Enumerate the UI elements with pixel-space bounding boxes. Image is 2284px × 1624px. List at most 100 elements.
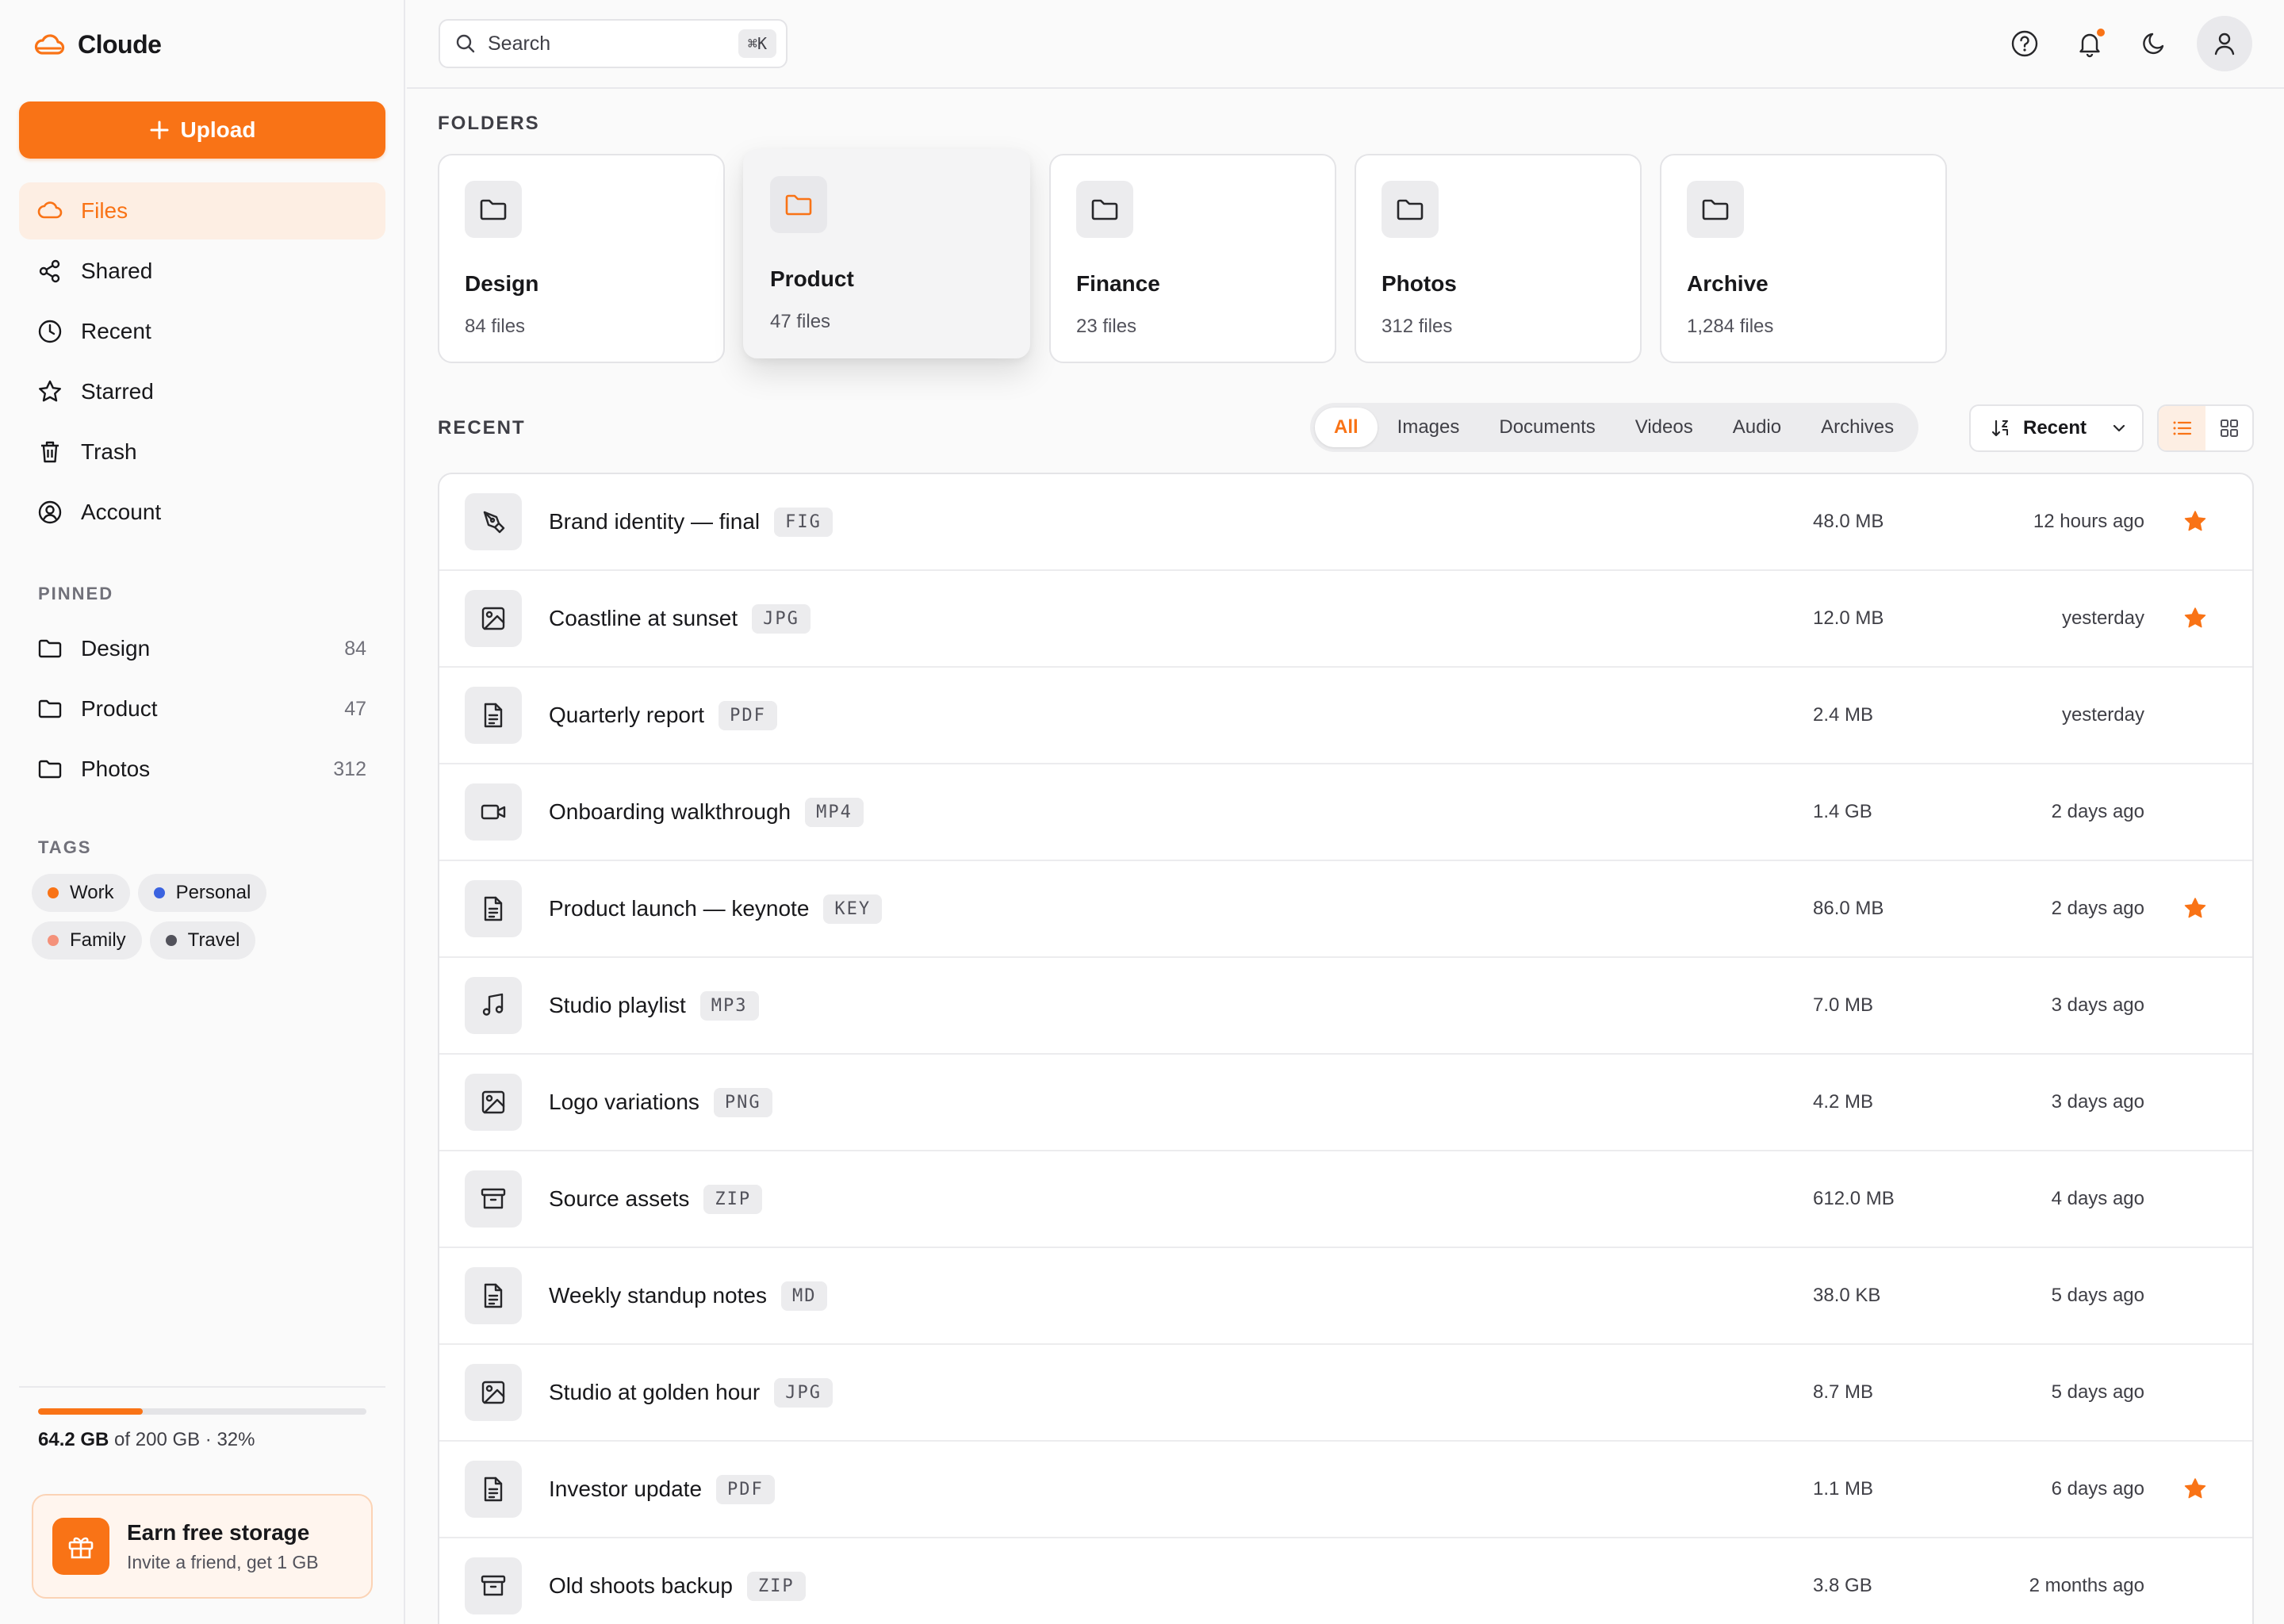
folder-card-design[interactable]: Design 84 files: [438, 154, 725, 363]
file-name-group: Quarterly report PDF: [549, 700, 777, 730]
file-row[interactable]: Weekly standup notes MD 38.0 KB 5 days a…: [439, 1248, 2252, 1345]
view-toggle: [2157, 404, 2254, 452]
file-row[interactable]: Source assets ZIP 612.0 MB 4 days ago: [439, 1151, 2252, 1248]
document-icon: [479, 1475, 508, 1503]
file-row[interactable]: Coastline at sunset JPG 12.0 MB yesterda…: [439, 571, 2252, 668]
file-type-icon-box: [465, 783, 522, 841]
file-name: Old shoots backup: [549, 1573, 733, 1598]
file-row[interactable]: Quarterly report PDF 2.4 MB yesterday: [439, 668, 2252, 764]
file-name: Coastline at sunset: [549, 606, 738, 630]
filter-audio[interactable]: Audio: [1713, 408, 1801, 447]
star-filled-icon[interactable]: [2182, 1477, 2208, 1502]
nav-item-recent[interactable]: Recent: [19, 303, 385, 360]
nav-item-trash[interactable]: Trash: [19, 423, 385, 481]
pinned-item-photos[interactable]: Photos 312: [19, 739, 385, 799]
file-name: Studio at golden hour: [549, 1380, 761, 1404]
file-name: Source assets: [549, 1186, 690, 1211]
file-extension-badge: FIG: [774, 507, 833, 537]
upload-label: Upload: [180, 117, 256, 142]
list-view-button[interactable]: [2159, 406, 2205, 450]
folder-name: Photos: [1382, 271, 1457, 296]
notifications-button[interactable]: [2067, 16, 2113, 71]
folder-icon: [36, 756, 63, 783]
filter-images[interactable]: Images: [1378, 408, 1480, 447]
tag-work[interactable]: Work: [32, 874, 130, 912]
folder-icon: [770, 176, 827, 233]
file-size: 4.2 MB: [1813, 1091, 1874, 1113]
help-button[interactable]: [2002, 16, 2048, 71]
file-row[interactable]: Old shoots backup ZIP 3.8 GB 2 months ag…: [439, 1538, 2252, 1624]
nav-item-starred[interactable]: Starred: [19, 363, 385, 420]
folder-card-photos[interactable]: Photos 312 files: [1355, 154, 1642, 363]
storage-used: 64.2 GB: [38, 1429, 109, 1450]
promo-text: Earn free storage Invite a friend, get 1…: [127, 1520, 319, 1573]
search-box[interactable]: ⌘K: [439, 19, 788, 68]
nav-item-files[interactable]: Files: [19, 182, 385, 239]
file-row[interactable]: Onboarding walkthrough MP4 1.4 GB 2 days…: [439, 764, 2252, 861]
folder-card-product[interactable]: Product 47 files: [743, 149, 1030, 358]
document-icon: [479, 1281, 508, 1310]
grid-icon: [2218, 417, 2240, 439]
file-row[interactable]: Studio at golden hour JPG 8.7 MB 5 days …: [439, 1345, 2252, 1442]
tag-dot: [153, 887, 165, 898]
brand[interactable]: Cloude: [33, 27, 162, 62]
gift-icon: [52, 1518, 109, 1575]
folder-card-archive[interactable]: Archive 1,284 files: [1660, 154, 1947, 363]
folder-icon: [36, 635, 63, 662]
file-name: Investor update: [549, 1477, 703, 1501]
divider: [19, 1386, 385, 1388]
file-name-group: Studio playlist MP3: [549, 990, 759, 1021]
tag-travel[interactable]: Travel: [149, 921, 256, 959]
document-icon: [479, 894, 508, 923]
file-extension-badge: KEY: [823, 894, 883, 924]
image-icon: [479, 1378, 508, 1407]
theme-toggle-button[interactable]: [2132, 16, 2178, 71]
folder-card-finance[interactable]: Finance 23 files: [1049, 154, 1336, 363]
file-extension-badge: MD: [780, 1281, 828, 1311]
pinned-item-design[interactable]: Design 84: [19, 619, 385, 679]
tag-family[interactable]: Family: [32, 921, 142, 959]
star-filled-icon[interactable]: [2182, 509, 2208, 534]
storage-progress-bar: [38, 1408, 366, 1415]
star-filled-icon[interactable]: [2182, 896, 2208, 921]
tag-label: Travel: [187, 929, 240, 951]
cloud-icon: [36, 197, 63, 224]
tag-list: Work Personal Family Travel: [32, 874, 381, 959]
folder-name: Finance: [1076, 271, 1160, 296]
video-icon: [479, 798, 508, 826]
tag-personal[interactable]: Personal: [137, 874, 267, 912]
filter-videos[interactable]: Videos: [1615, 408, 1713, 447]
nav-item-account[interactable]: Account: [19, 484, 385, 541]
avatar-button[interactable]: [2197, 16, 2252, 71]
file-row[interactable]: Product launch — keynote KEY 86.0 MB 2 d…: [439, 861, 2252, 958]
file-row[interactable]: Studio playlist MP3 7.0 MB 3 days ago: [439, 958, 2252, 1055]
file-modified-date: yesterday: [2061, 704, 2144, 726]
star-filled-icon[interactable]: [2182, 606, 2208, 631]
file-extension-badge: PDF: [719, 700, 777, 730]
search-input[interactable]: [488, 32, 710, 56]
sort-dropdown[interactable]: Recent: [1969, 404, 2144, 452]
filter-all[interactable]: All: [1315, 408, 1378, 447]
earn-storage-card[interactable]: Earn free storage Invite a friend, get 1…: [32, 1494, 373, 1599]
upload-button[interactable]: Upload: [19, 102, 385, 159]
file-modified-date: 5 days ago: [2051, 1381, 2144, 1403]
filter-archives[interactable]: Archives: [1801, 408, 1914, 447]
nav-item-shared[interactable]: Shared: [19, 243, 385, 300]
file-name: Onboarding walkthrough: [549, 799, 791, 824]
pinned-item-product[interactable]: Product 47: [19, 679, 385, 739]
folder-name: Archive: [1687, 271, 1769, 296]
file-modified-date: 2 months ago: [2029, 1575, 2144, 1596]
file-row[interactable]: Investor update PDF 1.1 MB 6 days ago: [439, 1442, 2252, 1538]
recent-file-list: Brand identity — final FIG 48.0 MB 12 ho…: [438, 473, 2254, 1624]
file-row[interactable]: Brand identity — final FIG 48.0 MB 12 ho…: [439, 474, 2252, 571]
tag-dot: [48, 935, 59, 946]
folder-icon: [36, 695, 63, 722]
topbar: ⌘K: [407, 0, 2284, 89]
file-name: Quarterly report: [549, 703, 705, 727]
file-row[interactable]: Logo variations PNG 4.2 MB 3 days ago: [439, 1055, 2252, 1151]
file-type-icon-box: [465, 1364, 522, 1421]
file-type-icon-box: [465, 590, 522, 647]
filter-documents[interactable]: Documents: [1479, 408, 1615, 447]
grid-view-button[interactable]: [2205, 406, 2252, 450]
file-extension-badge: ZIP: [746, 1571, 806, 1601]
